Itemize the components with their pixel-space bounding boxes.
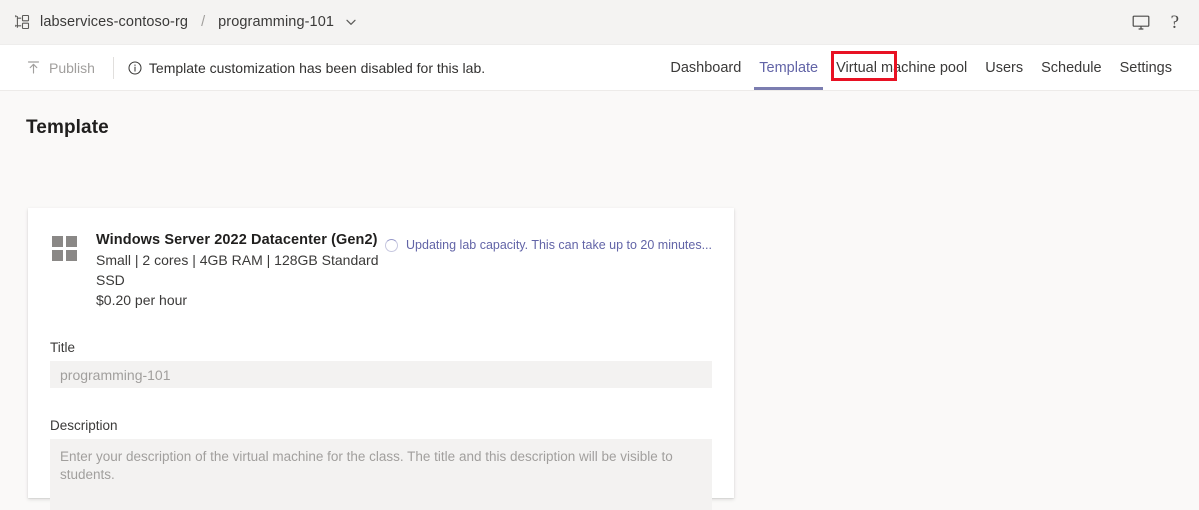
tab-virtual-machine-pool[interactable]: Virtual machine pool <box>827 45 976 90</box>
publish-button[interactable]: Publish <box>24 56 101 80</box>
tab-users[interactable]: Users <box>976 45 1032 90</box>
description-textarea[interactable] <box>50 439 712 510</box>
tab-dashboard[interactable]: Dashboard <box>661 45 750 90</box>
publish-upload-icon <box>26 60 41 75</box>
windows-logo-icon <box>52 236 78 262</box>
top-header: labservices-contoso-rg / programming-101… <box>0 0 1199 45</box>
command-bar: Publish Template customization has been … <box>0 45 1199 91</box>
tab-virtual-machine-pool-label: Virtual machine pool <box>836 59 968 76</box>
info-circle-icon <box>128 60 142 75</box>
template-card: Windows Server 2022 Datacenter (Gen2) Sm… <box>28 208 734 510</box>
notice-text: Template customization has been disabled… <box>148 59 486 76</box>
template-disabled-notice: Template customization has been disabled… <box>128 60 485 76</box>
page-title: Template <box>26 117 109 138</box>
publish-label: Publish <box>49 59 95 76</box>
vm-details: Windows Server 2022 Datacenter (Gen2) Sm… <box>96 230 385 310</box>
breadcrumb-resource-group[interactable]: labservices-contoso-rg <box>40 14 188 30</box>
command-bar-divider <box>112 56 114 79</box>
page-body: Template Windows Server 2022 Datacenter … <box>0 91 1199 510</box>
tab-settings[interactable]: Settings <box>1111 45 1181 90</box>
title-input[interactable] <box>50 361 712 388</box>
description-field-label: Description <box>50 418 118 433</box>
help-question-icon[interactable]: ? <box>1171 13 1179 32</box>
monitor-icon[interactable] <box>1131 12 1151 32</box>
title-field-label: Title <box>50 340 76 355</box>
nav-tabs: Dashboard Template Virtual machine pool … <box>661 45 1181 90</box>
tab-schedule-label: Schedule <box>1041 59 1102 76</box>
vm-image-name: Windows Server 2022 Datacenter (Gen2) <box>96 232 378 248</box>
tab-users-label: Users <box>985 59 1024 76</box>
breadcrumb-current-lab[interactable]: programming-101 <box>218 14 334 30</box>
tab-settings-label: Settings <box>1119 59 1172 76</box>
header-actions: ? <box>1131 12 1185 32</box>
lab-capacity-status: Updating lab capacity. This can take up … <box>385 238 712 252</box>
vm-price: $0.20 per hour <box>96 292 188 308</box>
breadcrumb-separator: / <box>201 14 206 30</box>
vm-summary-row: Windows Server 2022 Datacenter (Gen2) Sm… <box>50 230 712 310</box>
tab-schedule[interactable]: Schedule <box>1032 45 1110 90</box>
tab-dashboard-label: Dashboard <box>670 59 742 76</box>
vm-spec: Small | 2 cores | 4GB RAM | 128GB Standa… <box>96 252 379 288</box>
tab-template-label: Template <box>759 59 819 76</box>
lab-capacity-status-text: Updating lab capacity. This can take up … <box>406 238 712 252</box>
resource-group-icon <box>14 13 32 31</box>
spinner-icon <box>385 238 399 252</box>
chevron-down-icon[interactable] <box>342 15 358 29</box>
tab-template[interactable]: Template <box>750 45 827 90</box>
breadcrumb: labservices-contoso-rg / programming-101 <box>14 13 358 31</box>
